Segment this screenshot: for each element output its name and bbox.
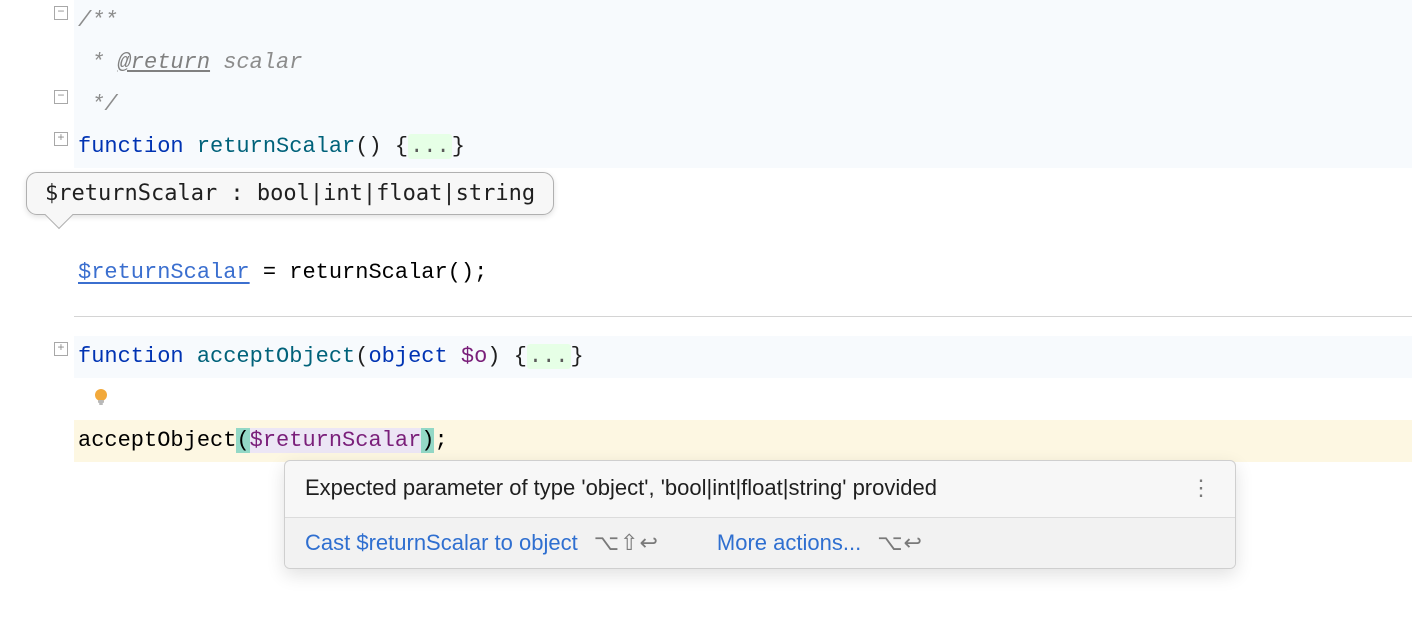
code-area[interactable]: /** * @return scalar */ function returnS… <box>74 0 1412 626</box>
blank-line <box>74 378 1412 420</box>
function-call: acceptObject <box>78 428 236 453</box>
popup-message-text: Expected parameter of type 'object', 'bo… <box>305 475 1187 501</box>
variable-reference[interactable]: $returnScalar <box>78 260 250 285</box>
intention-bulb-icon[interactable] <box>90 386 112 408</box>
doc-return-type: scalar <box>210 50 302 75</box>
code-editor[interactable]: − − + + /** * @return scalar */ function… <box>0 0 1412 626</box>
variable-argument[interactable]: $returnScalar <box>250 428 422 453</box>
signature: () { <box>355 134 408 159</box>
blank-line <box>74 317 1412 336</box>
code-line[interactable]: function returnScalar() {...} <box>74 126 1412 168</box>
brace-close: } <box>571 344 584 369</box>
function-name: returnScalar <box>184 134 356 159</box>
code-line[interactable]: /** <box>74 0 1412 42</box>
editor-gutter: − − + + <box>0 0 74 626</box>
kebab-menu-icon[interactable]: ⋮ <box>1187 475 1215 501</box>
code-line-highlighted[interactable]: acceptObject($returnScalar); <box>74 420 1412 462</box>
inspection-popup[interactable]: Expected parameter of type 'object', 'bo… <box>284 460 1236 569</box>
code-line[interactable]: * @return scalar <box>74 42 1412 84</box>
comment-text: /** <box>78 8 118 33</box>
code-line[interactable]: */ <box>74 84 1412 126</box>
more-actions-link[interactable]: More actions... <box>717 530 861 556</box>
cast-action-link[interactable]: Cast $returnScalar to object <box>305 530 578 556</box>
fold-expand-icon[interactable]: + <box>54 342 68 356</box>
paren-open: ( <box>355 344 368 369</box>
keyword-function: function <box>78 344 184 369</box>
fold-placeholder[interactable]: ... <box>408 134 452 159</box>
signature-close: ) { <box>487 344 527 369</box>
function-name: acceptObject <box>184 344 356 369</box>
param-type: object <box>368 344 447 369</box>
comment-text: * <box>78 50 118 75</box>
code-line[interactable]: function acceptObject(object $o) {...} <box>74 336 1412 378</box>
fold-expand-icon[interactable]: + <box>54 132 68 146</box>
doc-return-tag: @return <box>118 50 210 75</box>
keyword-function: function <box>78 134 184 159</box>
popup-actions-row: Cast $returnScalar to object ⌥⇧↩ More ac… <box>285 517 1235 568</box>
param-var: $o <box>448 344 488 369</box>
fold-collapse-icon[interactable]: − <box>54 90 68 104</box>
popup-message-row: Expected parameter of type 'object', 'bo… <box>285 461 1235 517</box>
code-line[interactable]: $returnScalar = returnScalar(); <box>74 252 1412 294</box>
blank-line <box>74 210 1412 252</box>
semicolon: ; <box>434 428 447 453</box>
shortcut-hint: ⌥⇧↩ <box>594 530 659 556</box>
assignment-op: = <box>250 260 290 285</box>
paren-open-matched: ( <box>236 428 249 453</box>
tooltip-text: $returnScalar : bool|int|float|string <box>45 181 535 206</box>
shortcut-hint: ⌥↩ <box>877 530 923 556</box>
type-info-tooltip: $returnScalar : bool|int|float|string <box>26 172 554 215</box>
paren-close-matched: ) <box>421 428 434 453</box>
function-call: returnScalar(); <box>289 260 487 285</box>
comment-text: */ <box>78 92 118 117</box>
fold-collapse-icon[interactable]: − <box>54 6 68 20</box>
brace-close: } <box>452 134 465 159</box>
fold-placeholder[interactable]: ... <box>527 344 571 369</box>
